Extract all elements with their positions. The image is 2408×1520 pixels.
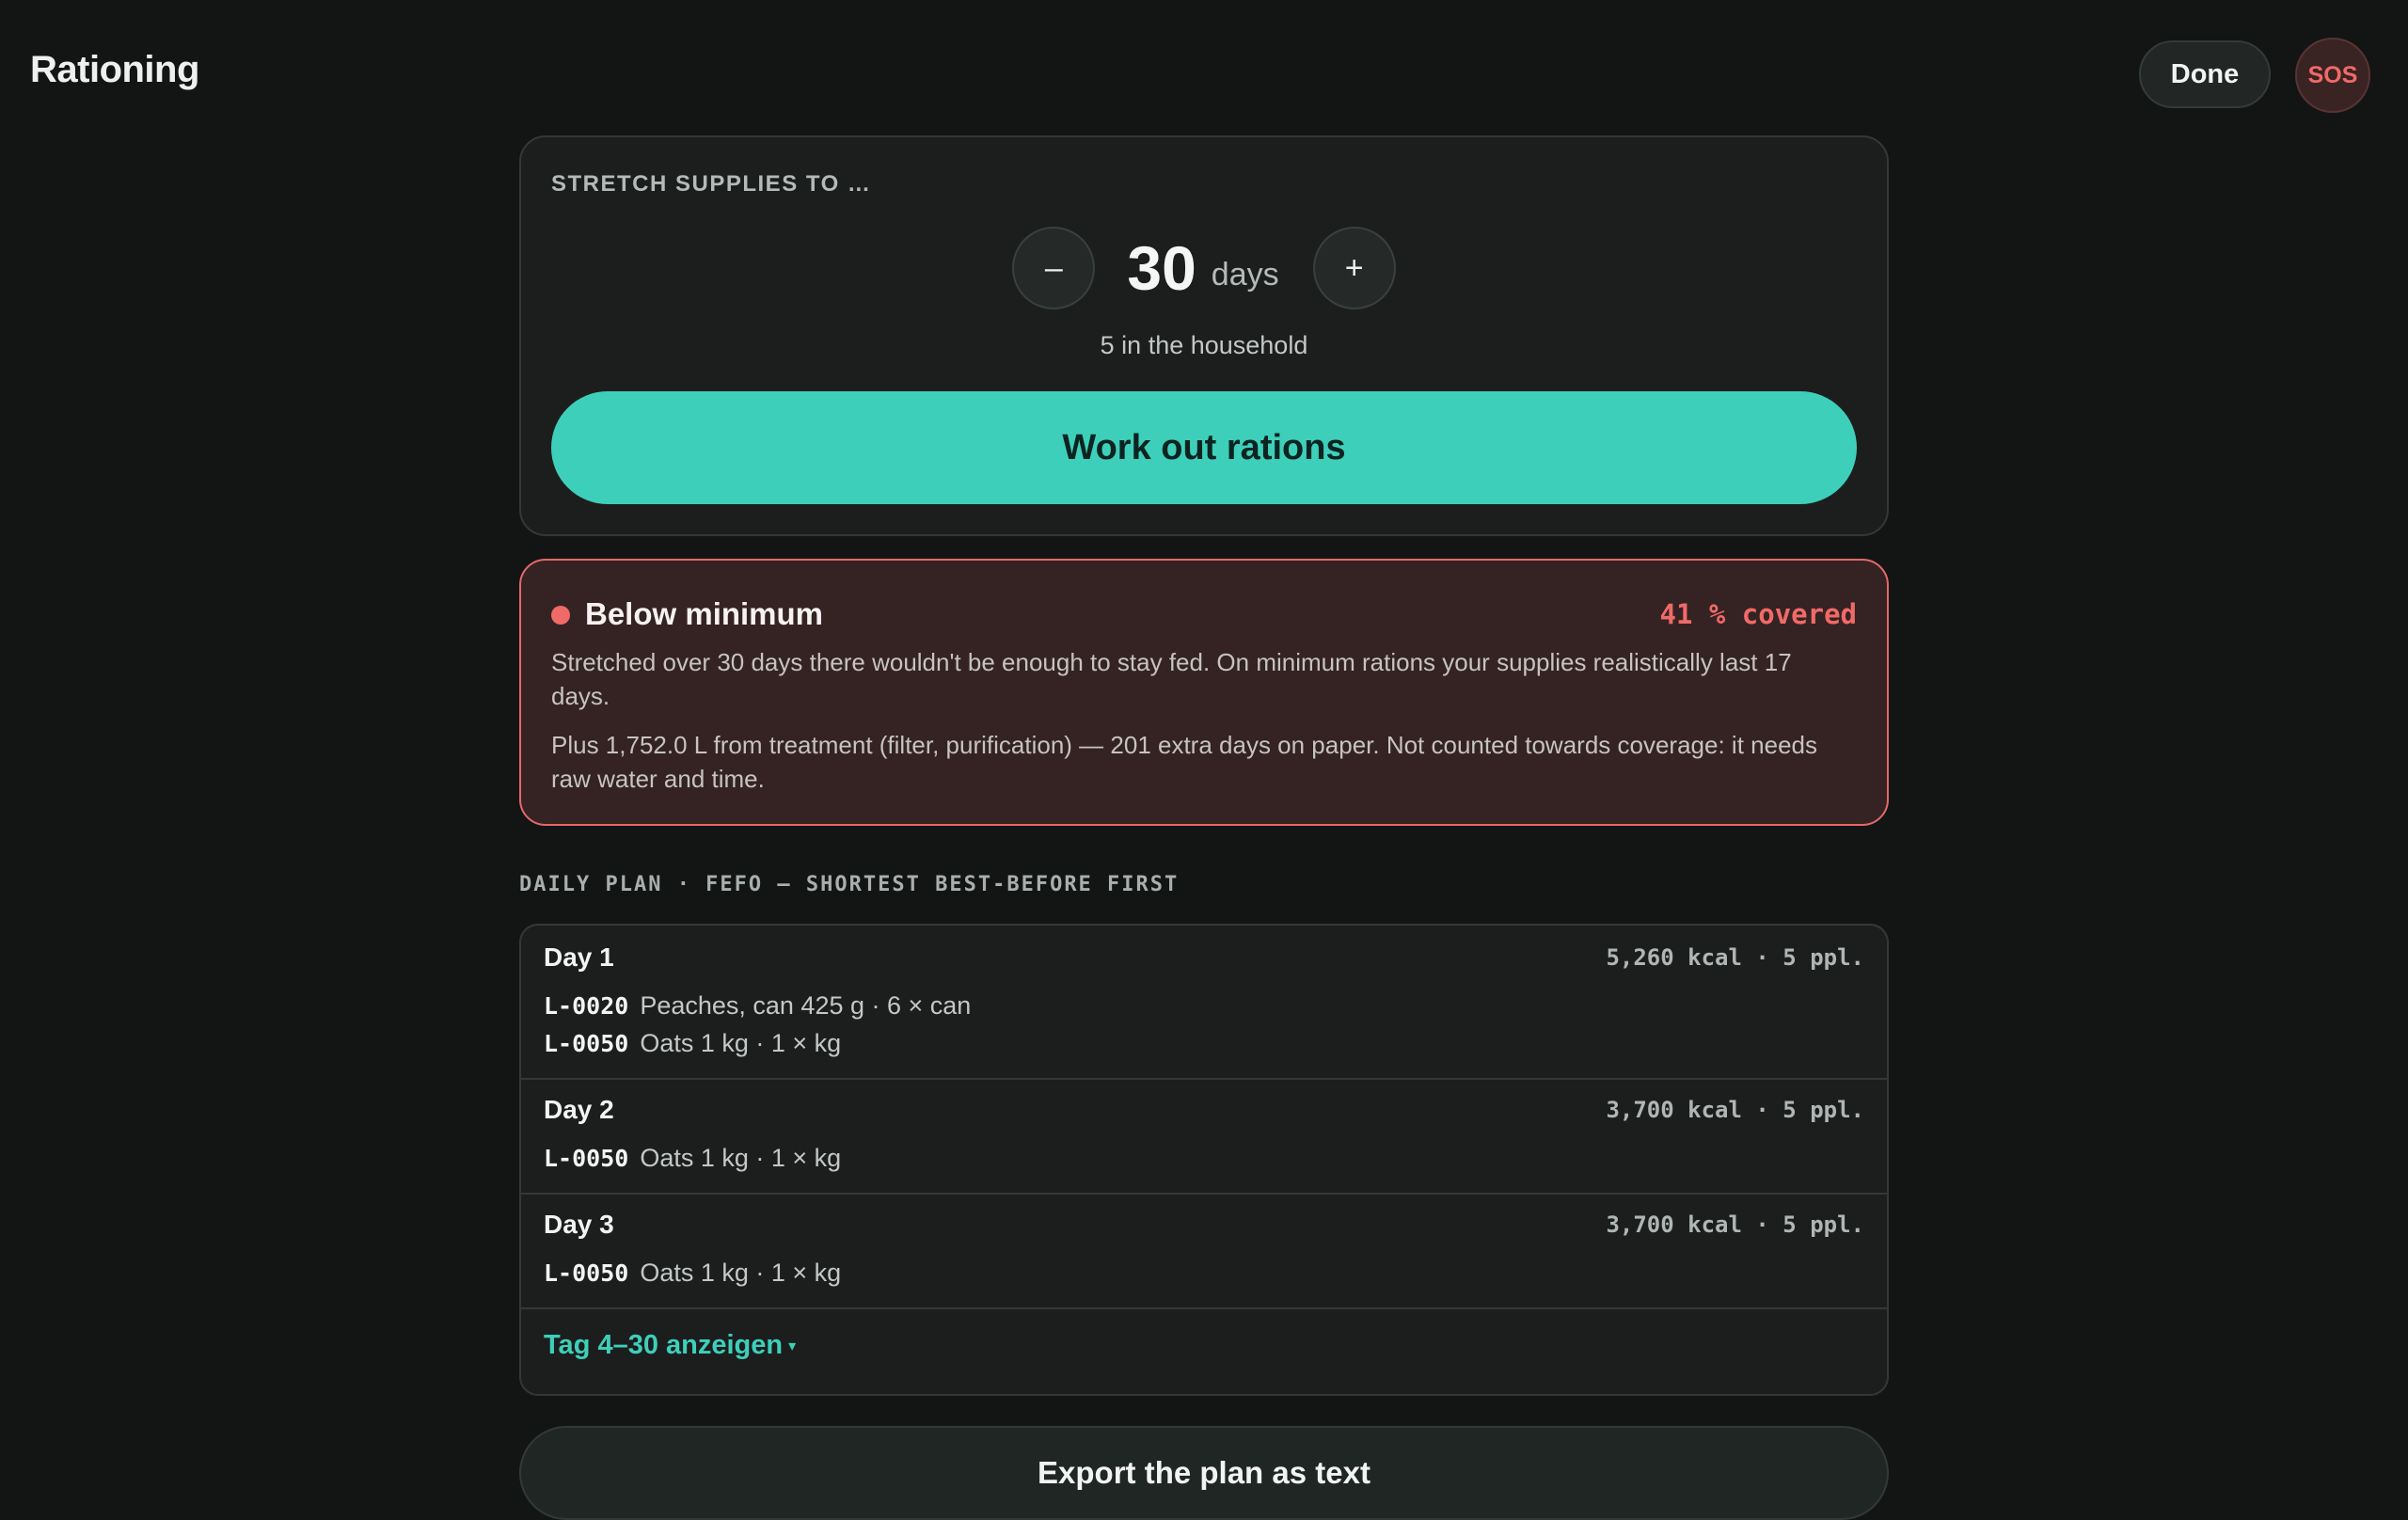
show-more-days-label: Tag 4–30 anzeigen	[544, 1330, 784, 1360]
item-description: Oats 1 kg · 1 × kg	[640, 1144, 842, 1172]
day-name: Day 1	[544, 942, 614, 972]
item-description: Oats 1 kg · 1 × kg	[640, 1259, 842, 1287]
coverage-percent: 41 % covered	[1659, 598, 1857, 630]
item-description: Peaches, can 425 g · 6 × can	[640, 991, 972, 1020]
household-count: 5 in the household	[1100, 331, 1308, 359]
days-unit: days	[1211, 256, 1279, 293]
item-description: Oats 1 kg · 1 × kg	[640, 1029, 842, 1057]
day-kcal-people: 3,700 kcal · 5 ppl.	[1606, 1097, 1864, 1123]
day-kcal-people: 5,260 kcal · 5 ppl.	[1606, 944, 1864, 971]
sos-button[interactable]: SOS	[2295, 38, 2370, 113]
export-plan-button[interactable]: Export the plan as text	[519, 1426, 1889, 1520]
increment-days-button[interactable]: +	[1312, 227, 1396, 309]
decrement-days-button[interactable]: –	[1012, 227, 1096, 309]
day-row[interactable]: Day 3 3,700 kcal · 5 ppl. L-0050 Oats 1 k…	[521, 1193, 1887, 1309]
days-stepper: – 30 days +	[521, 226, 1887, 310]
day-name: Day 2	[544, 1095, 614, 1124]
lot-number: L-0020	[544, 992, 629, 1020]
caret-down-icon: ▾	[788, 1338, 797, 1355]
page-title: Rationing	[30, 49, 199, 90]
lot-number: L-0050	[544, 1259, 629, 1287]
day-row[interactable]: Day 2 3,700 kcal · 5 ppl. L-0050 Oats 1 k…	[521, 1078, 1887, 1195]
warning-text-treatment: Plus 1,752.0 L from treatment (filter, p…	[551, 731, 1817, 793]
show-more-days-link[interactable]: Tag 4–30 anzeigen ▾	[544, 1330, 796, 1361]
day-kcal-people: 3,700 kcal · 5 ppl.	[1606, 1211, 1864, 1238]
warning-status-dot-icon	[551, 606, 570, 625]
days-value: 30	[1127, 233, 1196, 303]
ration-item: L-0020 Peaches, can 425 g · 6 × can	[544, 991, 971, 1021]
stretch-supplies-card: STRETCH SUPPLIES TO … – 30 days + 5 in t…	[519, 135, 1889, 536]
lot-number: L-0050	[544, 1145, 629, 1172]
day-name: Day 3	[544, 1210, 614, 1239]
daily-plan-heading: DAILY PLAN · FEFO — SHORTEST BEST-BEFORE…	[519, 873, 1180, 896]
warning-title: Below minimum	[585, 596, 824, 631]
daily-plan-list: Day 1 5,260 kcal · 5 ppl. L-0020 Peaches,…	[519, 924, 1889, 1396]
lot-number: L-0050	[544, 1030, 629, 1057]
coverage-warning-card: Below minimum 41 % covered Stretched ove…	[519, 559, 1889, 826]
work-out-rations-button[interactable]: Work out rations	[551, 391, 1857, 504]
ration-item: L-0050 Oats 1 kg · 1 × kg	[544, 1259, 841, 1288]
ration-item: L-0050 Oats 1 kg · 1 × kg	[544, 1144, 841, 1173]
warning-text-shortfall: Stretched over 30 days there wouldn't be…	[551, 648, 1792, 710]
done-button[interactable]: Done	[2139, 40, 2271, 108]
day-row[interactable]: Day 1 5,260 kcal · 5 ppl. L-0020 Peaches,…	[521, 926, 1887, 1080]
stretch-supplies-label: STRETCH SUPPLIES TO …	[551, 171, 872, 197]
ration-item: L-0050 Oats 1 kg · 1 × kg	[544, 1029, 841, 1058]
